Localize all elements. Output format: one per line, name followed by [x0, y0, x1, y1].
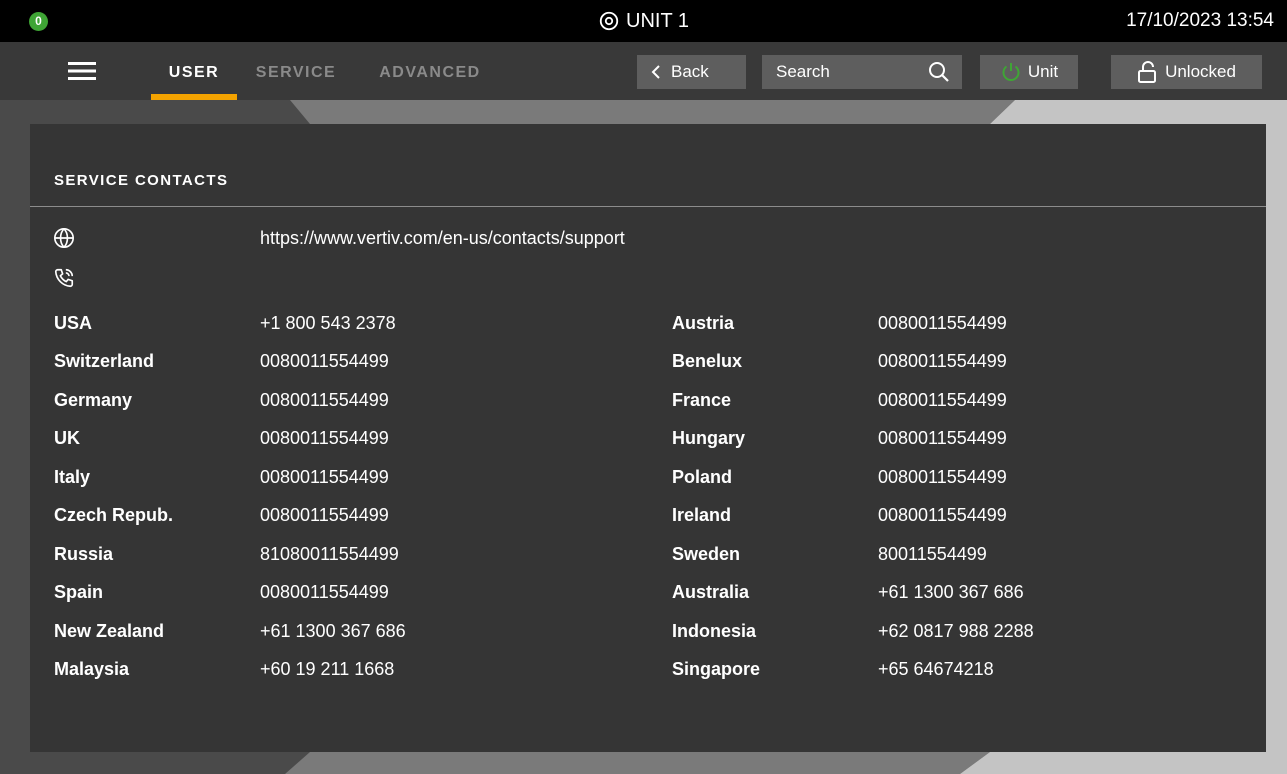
contact-country: Indonesia [672, 621, 757, 641]
unit-label: Unit [1027, 62, 1059, 81]
contact-number: 81080011554499 [260, 544, 399, 564]
contact-number: 0080011554499 [260, 390, 389, 410]
contact-country: Russia [54, 544, 114, 564]
contact-country: Benelux [672, 351, 743, 371]
contact-country: Australia [672, 582, 750, 602]
contact-number: 80011554499 [878, 544, 987, 564]
search-box[interactable] [762, 55, 962, 89]
power-icon [1002, 63, 1020, 81]
contact-number: 0080011554499 [878, 351, 1007, 371]
back-label: Back [671, 62, 709, 81]
datetime: 17/10/2023 13:54 [1126, 10, 1274, 31]
contact-number: +61 1300 367 686 [260, 621, 406, 641]
globe-icon [54, 228, 74, 248]
contact-number: 0080011554499 [260, 467, 389, 487]
contact-country: Italy [54, 467, 91, 487]
contact-country: Singapore [672, 659, 761, 679]
hamburger-icon [68, 62, 96, 80]
contact-number: +1 800 543 2378 [260, 313, 396, 333]
contact-number: 0080011554499 [878, 313, 1007, 333]
contact-number: +65 64674218 [878, 659, 994, 679]
contact-number: 0080011554499 [878, 505, 1007, 525]
unit-name: UNIT 1 [626, 9, 689, 32]
contact-country: Czech Repub. [54, 505, 174, 525]
contact-number: 0080011554499 [260, 582, 389, 602]
contact-number: 0080011554499 [878, 390, 1007, 410]
contact-country: Hungary [672, 428, 746, 448]
unit-power-button[interactable]: Unit [980, 55, 1078, 89]
unit-title: UNIT 1 [0, 0, 1287, 42]
contact-number: 0080011554499 [260, 351, 389, 371]
divider [30, 206, 1266, 207]
service-contacts-panel: SERVICE CONTACTS https://www.vertiv.com/… [30, 124, 1266, 752]
menu-button[interactable] [64, 56, 100, 86]
lock-label: Unlocked [1165, 62, 1236, 81]
chevron-left-icon [651, 65, 660, 79]
contact-number: +60 19 211 1668 [260, 659, 395, 679]
contact-number: 0080011554499 [260, 505, 389, 525]
contact-country: Poland [672, 467, 733, 487]
unlocked-icon [1138, 61, 1157, 83]
panel-title: SERVICE CONTACTS [54, 172, 229, 189]
back-button[interactable]: Back [637, 55, 746, 89]
contact-number: 0080011554499 [878, 467, 1007, 487]
contact-country: Spain [54, 582, 104, 602]
nav-bar: USER SERVICE ADVANCED Back Unit Unlocked [0, 42, 1287, 100]
tab-service[interactable]: SERVICE [248, 42, 344, 100]
contact-country: Austria [672, 313, 735, 333]
contact-country: Ireland [672, 505, 732, 525]
contact-country: Germany [54, 390, 133, 410]
contact-number: 0080011554499 [260, 428, 389, 448]
contact-number: +62 0817 988 2288 [878, 621, 1034, 641]
contact-country: Sweden [672, 544, 741, 564]
search-input[interactable] [776, 62, 916, 82]
contact-country: USA [54, 313, 93, 333]
contact-number: +61 1300 367 686 [878, 582, 1024, 602]
contact-country: New Zealand [54, 621, 165, 641]
lock-button[interactable]: Unlocked [1111, 55, 1262, 89]
location-pin-icon [599, 11, 619, 31]
search-icon[interactable] [928, 61, 950, 83]
support-website-link[interactable]: https://www.vertiv.com/en-us/contacts/su… [260, 228, 625, 249]
contact-country: UK [54, 428, 80, 448]
contact-country: France [672, 390, 732, 410]
phone-icon [54, 268, 74, 288]
status-bar: 0 UNIT 1 17/10/2023 13:54 [0, 0, 1287, 42]
tab-advanced[interactable]: ADVANCED [368, 42, 492, 100]
contact-country: Malaysia [54, 659, 130, 679]
tab-user[interactable]: USER [151, 42, 237, 100]
contact-number: 0080011554499 [878, 428, 1007, 448]
contact-country: Switzerland [54, 351, 155, 371]
